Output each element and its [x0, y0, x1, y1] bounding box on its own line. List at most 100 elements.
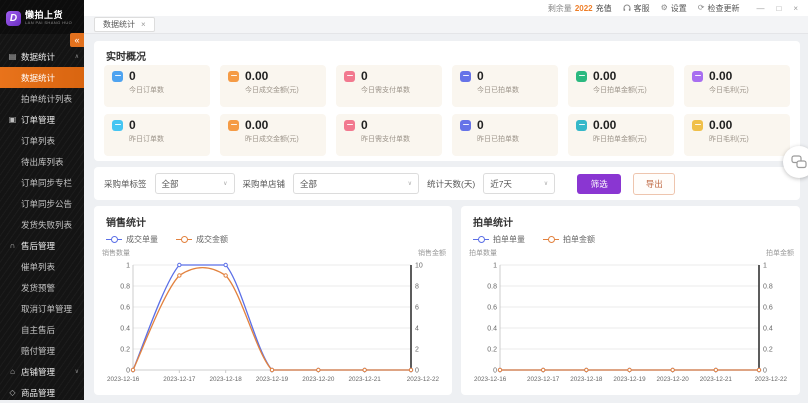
- logo-icon: D: [6, 10, 21, 26]
- sidebar-item-label: 店铺管理: [21, 366, 56, 377]
- data-point: [362, 367, 367, 373]
- sidebar-item[interactable]: 催单列表: [0, 256, 84, 277]
- stat-label: 昨日拍单金额(元): [593, 136, 647, 143]
- legend-item[interactable]: 成交金额: [176, 234, 228, 245]
- sidebar-item[interactable]: 订单同步专栏: [0, 172, 84, 193]
- data-point: [223, 273, 228, 278]
- sidebar-item[interactable]: 发货失败列表: [0, 214, 84, 235]
- filter-tag-value: 全部: [161, 178, 179, 189]
- stat-icon: [112, 70, 123, 82]
- svg-text:0.4: 0.4: [120, 326, 130, 333]
- svg-text:2023-12-22: 2023-12-22: [407, 376, 440, 383]
- sales-chart-legend: 成交单量 成交金额: [94, 229, 452, 245]
- minimize-icon[interactable]: —: [756, 4, 764, 13]
- settings-button[interactable]: ⚙ 设置: [661, 3, 687, 14]
- chevron-down-icon: ∨: [543, 181, 549, 187]
- stat-icon: [692, 70, 703, 82]
- filter-shop-label: 采购单店铺: [242, 178, 286, 189]
- stat-icon: [112, 119, 123, 131]
- data-point: [756, 367, 762, 373]
- sidebar-collapse-icon[interactable]: «: [70, 33, 84, 47]
- sidebar-item[interactable]: 订单列表: [0, 130, 84, 151]
- data-point: [130, 367, 136, 373]
- window-controls: — □ ×: [756, 4, 798, 13]
- svg-text:0.2: 0.2: [120, 347, 130, 354]
- sidebar-item-label: 发货预警: [21, 282, 56, 293]
- data-point: [269, 367, 275, 373]
- sidebar-item[interactable]: 数据统计: [0, 67, 84, 88]
- sidebar-item-label: 取消订单管理: [21, 303, 73, 314]
- sidebar-item[interactable]: ▣ 订单管理: [0, 109, 84, 130]
- data-point: [713, 367, 719, 373]
- stat-card: 0.00 昨日拍单金额(元): [568, 114, 674, 156]
- filter-tag-select[interactable]: 全部 ∨: [154, 173, 235, 194]
- sidebar-item-label: 商品管理: [21, 387, 56, 398]
- sidebar-item-label: 订单同步公告: [21, 198, 73, 209]
- svg-text:10: 10: [415, 263, 423, 270]
- check-update-button[interactable]: ⟳ 检查更新: [698, 3, 740, 14]
- close-icon[interactable]: ×: [793, 4, 798, 13]
- svg-text:0.8: 0.8: [763, 284, 773, 291]
- stat-icon: [460, 119, 471, 131]
- stat-value: 0.00: [709, 118, 733, 132]
- stat-value: 0.00: [245, 118, 269, 132]
- tab-data-statistics[interactable]: 数据统计 ×: [94, 17, 155, 32]
- sidebar-item-label: 待出库列表: [21, 156, 64, 167]
- auction-yaxis-left-name: 拍单数量: [469, 250, 497, 257]
- gear-icon: ⚙: [660, 3, 668, 12]
- stat-icon: [344, 119, 355, 131]
- stat-label: 今日拍单金额(元): [593, 87, 647, 94]
- data-point: [540, 367, 546, 373]
- stat-value: 0.00: [593, 118, 617, 132]
- sidebar-item-label: 发货失败列表: [21, 219, 73, 230]
- legend-label: 成交金额: [196, 235, 228, 244]
- stat-card: 0.00 今日毛利(元): [684, 65, 790, 107]
- sidebar-item[interactable]: ▤ 数据统计 ∧: [0, 46, 84, 67]
- sidebar-item[interactable]: ⌂ 店铺管理 ∨: [0, 361, 84, 382]
- overview-title: 实时概况: [106, 52, 146, 63]
- legend-item[interactable]: 成交单量: [106, 234, 158, 245]
- sidebar-item[interactable]: 赔付管理: [0, 340, 84, 361]
- filter-days-select[interactable]: 近7天 ∨: [483, 173, 556, 194]
- balance: 剩余量 2022 充值: [548, 3, 612, 14]
- service-button[interactable]: 客服: [623, 3, 650, 14]
- sidebar-item[interactable]: 自主售后: [0, 319, 84, 340]
- data-point: [408, 367, 414, 373]
- sidebar-item-label: 订单列表: [21, 135, 56, 146]
- floating-chat-button[interactable]: [783, 146, 808, 178]
- chevron-down-icon: ∨: [223, 181, 228, 187]
- sidebar-item[interactable]: 拍单统计列表: [0, 88, 84, 109]
- search-button[interactable]: 筛选: [577, 173, 622, 194]
- legend-item[interactable]: 拍单金额: [543, 234, 595, 245]
- stat-icon: [228, 119, 239, 131]
- legend-item[interactable]: 拍单单量: [473, 234, 525, 245]
- service-label: 客服: [633, 3, 650, 13]
- svg-text:2023-12-22: 2023-12-22: [755, 376, 788, 383]
- svg-text:0.6: 0.6: [120, 305, 130, 312]
- svg-text:2023-12-16: 2023-12-16: [474, 376, 507, 383]
- stat-label: 昨日毛利(元): [709, 136, 749, 143]
- sidebar-item[interactable]: 待出库列表: [0, 151, 84, 172]
- sidebar-item[interactable]: 取消订单管理: [0, 298, 84, 319]
- stat-label: 昨日已拍单数: [477, 136, 519, 143]
- recharge-link[interactable]: 充值: [596, 3, 612, 14]
- sidebar-item[interactable]: 订单同步公告: [0, 193, 84, 214]
- tab-close-icon[interactable]: ×: [141, 20, 146, 29]
- svg-text:0.2: 0.2: [763, 347, 773, 354]
- svg-text:8: 8: [415, 284, 419, 291]
- stat-label: 昨日订单数: [129, 136, 164, 143]
- sidebar-item[interactable]: ∩ 售后管理: [0, 235, 84, 256]
- chart-icon: ▤: [8, 52, 17, 61]
- filter-shop-select[interactable]: 全部 ∨: [293, 173, 420, 194]
- stat-value: 0: [477, 118, 484, 132]
- export-button[interactable]: 导出: [633, 172, 676, 195]
- sidebar-item[interactable]: 发货预警: [0, 277, 84, 298]
- svg-text:2: 2: [415, 347, 419, 354]
- maximize-icon[interactable]: □: [776, 4, 781, 13]
- svg-text:0.6: 0.6: [763, 305, 773, 312]
- sidebar-item-label: 数据统计: [21, 51, 56, 62]
- sidebar-item-label: 催单列表: [21, 261, 56, 272]
- stat-icon: [344, 70, 355, 82]
- chat-bubbles-icon: [791, 155, 807, 169]
- balance-value: 2022: [574, 3, 593, 13]
